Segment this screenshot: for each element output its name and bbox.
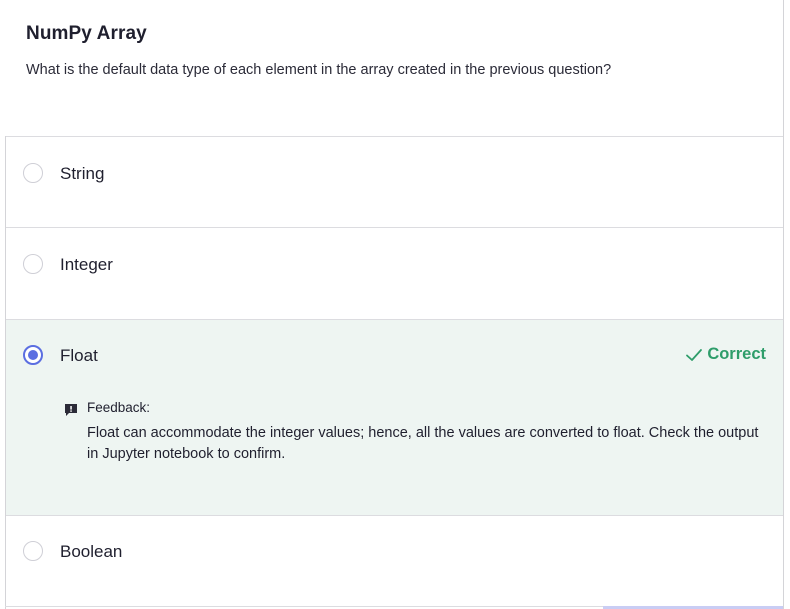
option-float[interactable]: Float Correct Feedback: Float can accomm… [6, 320, 783, 516]
option-integer[interactable]: Integer [6, 228, 783, 320]
option-label: String [60, 164, 105, 183]
question-prompt: What is the default data type of each el… [26, 62, 612, 78]
check-icon [686, 348, 703, 361]
feedback-icon [65, 404, 77, 416]
radio-button[interactable] [23, 541, 43, 561]
quiz-page: NumPy Array What is the default data typ… [0, 0, 790, 609]
option-label: Integer [60, 255, 113, 274]
correct-label: Correct [707, 345, 766, 363]
option-label: Float [60, 346, 98, 365]
radio-button[interactable] [23, 163, 43, 183]
question-card: NumPy Array What is the default data typ… [6, 0, 783, 137]
radio-dot [28, 350, 38, 360]
question-title: NumPy Array [26, 23, 147, 44]
option-boolean[interactable]: Boolean [6, 516, 783, 607]
option-label: Boolean [60, 542, 123, 561]
feedback-heading: Feedback: [87, 400, 151, 415]
bottom-divider [5, 606, 603, 607]
radio-button-selected[interactable] [23, 345, 43, 365]
radio-button[interactable] [23, 254, 43, 274]
option-string[interactable]: String [6, 137, 783, 228]
feedback-body: Float can accommodate the integer values… [87, 425, 759, 462]
right-border [783, 0, 784, 609]
correct-badge: Correct [685, 345, 766, 364]
